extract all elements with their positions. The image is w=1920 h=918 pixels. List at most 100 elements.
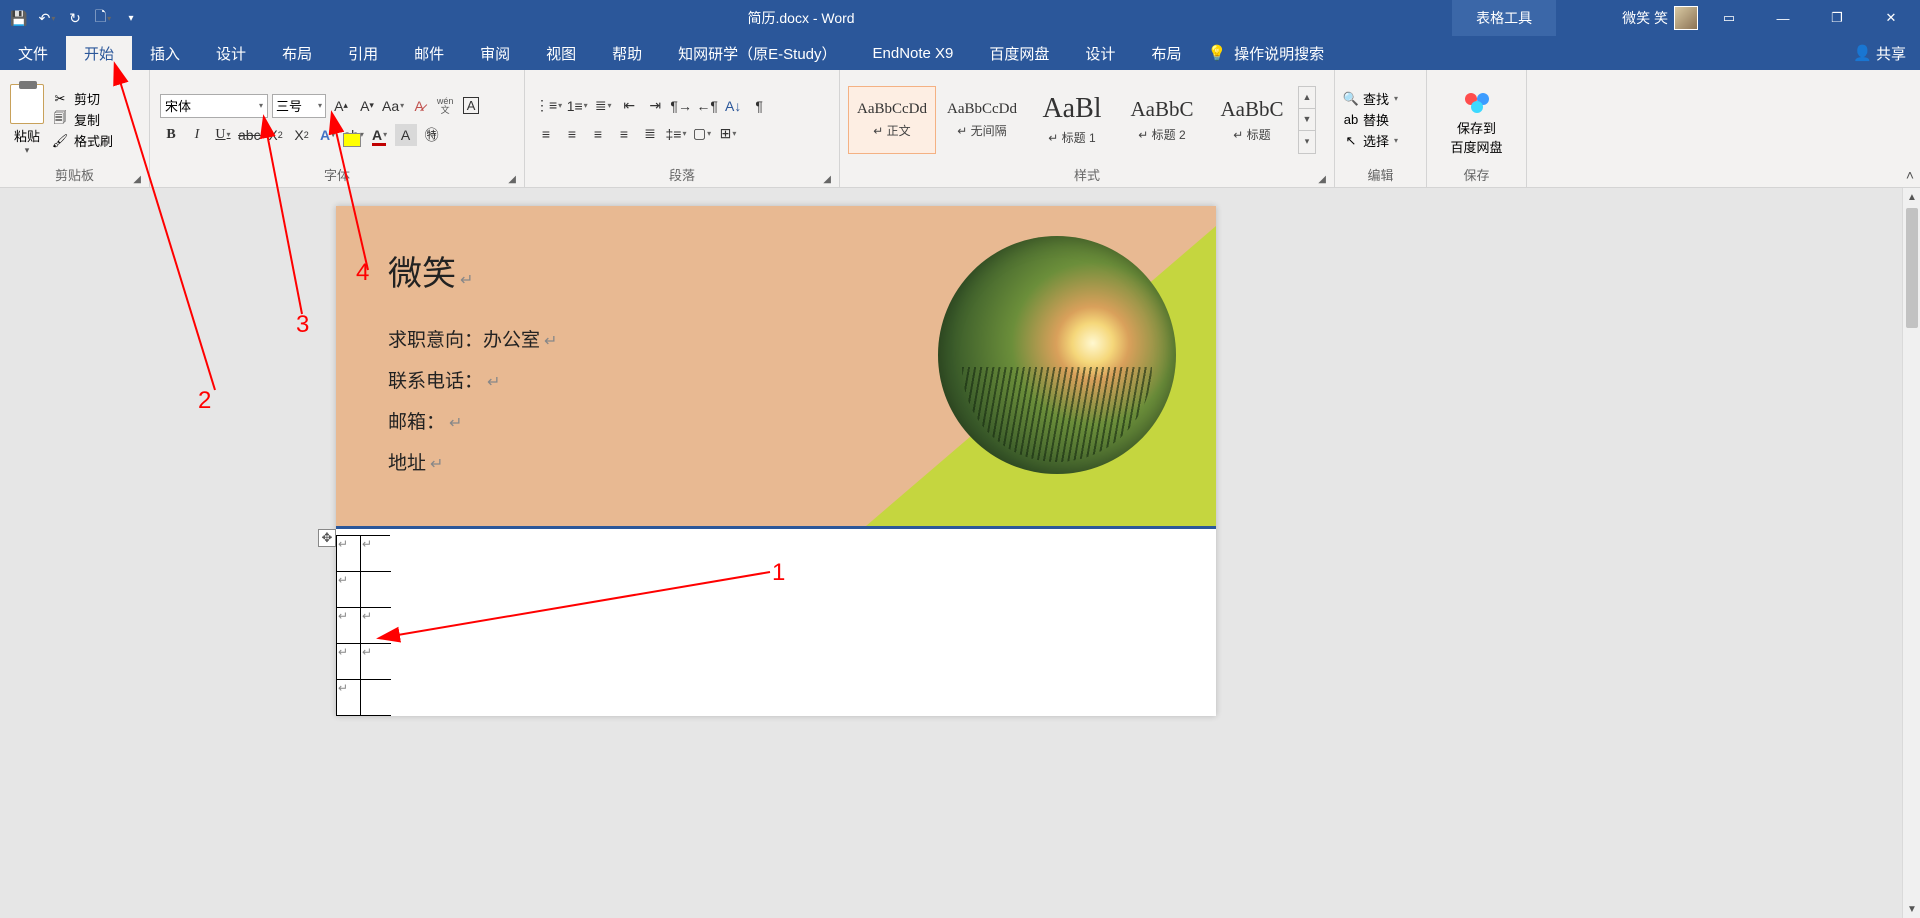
underline-button[interactable]: U▾ xyxy=(212,124,234,146)
tab-design[interactable]: 设计 xyxy=(198,36,264,70)
cut-button[interactable]: ✂剪切 xyxy=(52,89,113,108)
font-size-combo[interactable]: 三号▾ xyxy=(272,94,326,118)
gallery-nav[interactable]: ▲▼▾ xyxy=(1298,86,1316,154)
paste-dropdown-icon[interactable]: ▾ xyxy=(25,145,30,156)
tab-mailings[interactable]: 邮件 xyxy=(396,36,462,70)
sort-button[interactable]: A↓ xyxy=(722,95,744,117)
scroll-down-icon[interactable]: ▼ xyxy=(1903,900,1920,918)
user-account[interactable]: 微笑 笑 xyxy=(1622,6,1698,30)
phone-label[interactable]: 联系电话： xyxy=(388,371,483,392)
ribbon-display-options-icon[interactable]: ▭ xyxy=(1706,0,1752,36)
tab-baidu[interactable]: 百度网盘 xyxy=(971,36,1067,70)
change-case-button[interactable]: Aa▾ xyxy=(382,95,404,117)
text-effects-button[interactable]: A▾ xyxy=(317,124,339,146)
style-card-3[interactable]: AaBbC↵ 标题 2 xyxy=(1118,86,1206,154)
tell-me-search[interactable]: 操作说明搜索 xyxy=(1234,36,1342,70)
new-doc-icon[interactable]: 🗋▾ xyxy=(94,9,112,27)
style-card-2[interactable]: AaBl↵ 标题 1 xyxy=(1028,86,1116,154)
style-card-1[interactable]: AaBbCcDd↵ 无间隔 xyxy=(938,86,1026,154)
tab-table-layout[interactable]: 布局 xyxy=(1133,36,1199,70)
strikethrough-button[interactable]: abc xyxy=(238,124,261,146)
enclose-characters-button[interactable]: ㊕ xyxy=(421,124,443,146)
dialog-launcher-icon[interactable]: ◢ xyxy=(823,174,831,185)
dialog-launcher-icon[interactable]: ◢ xyxy=(508,174,516,185)
address-label[interactable]: 地址 xyxy=(388,453,426,474)
clear-formatting-button[interactable]: A̷ xyxy=(408,95,430,117)
bold-button[interactable]: B xyxy=(160,124,182,146)
maximize-button[interactable]: ❐ xyxy=(1814,0,1860,36)
save-netdisk-button[interactable]: 保存到 百度网盘 xyxy=(1450,118,1502,156)
grow-font-button[interactable]: A▴ xyxy=(330,95,352,117)
numbering-button[interactable]: 1≡▾ xyxy=(566,95,588,117)
character-shading-button[interactable]: A xyxy=(395,124,417,146)
phonetic-guide-button[interactable]: wén文 xyxy=(434,95,456,117)
tab-view[interactable]: 视图 xyxy=(528,36,594,70)
dialog-launcher-icon[interactable]: ◢ xyxy=(133,174,141,185)
qat-customize-icon[interactable]: ▾ xyxy=(122,9,140,27)
undo-icon[interactable]: ↶▾ xyxy=(38,9,56,27)
distributed-button[interactable]: ≣ xyxy=(639,123,661,145)
gallery-up-icon[interactable]: ▲ xyxy=(1299,87,1315,109)
ltr-button[interactable]: ¶→ xyxy=(670,95,692,117)
share-button[interactable]: 👤 共享 xyxy=(1839,43,1920,64)
minimize-button[interactable]: ― xyxy=(1760,0,1806,36)
tab-insert[interactable]: 插入 xyxy=(132,36,198,70)
tab-endnote[interactable]: EndNote X9 xyxy=(855,36,972,70)
shading-button[interactable]: ▢▾ xyxy=(691,123,713,145)
select-button[interactable]: ↖选择▾ xyxy=(1343,131,1398,150)
style-card-4[interactable]: AaBbC↵ 标题 xyxy=(1208,86,1296,154)
copy-button[interactable]: 🗐复制 xyxy=(52,110,113,129)
multilevel-list-button[interactable]: ≣▾ xyxy=(592,95,614,117)
save-icon[interactable]: 💾 xyxy=(10,9,28,27)
italic-button[interactable]: I xyxy=(186,124,208,146)
close-button[interactable]: ✕ xyxy=(1868,0,1914,36)
table-move-handle-icon[interactable]: ✥ xyxy=(318,529,336,547)
tab-cnki[interactable]: 知网研学（原E-Study） xyxy=(660,36,854,70)
character-border-button[interactable]: A xyxy=(460,95,482,117)
scroll-thumb[interactable] xyxy=(1906,208,1918,328)
justify-button[interactable]: ≡ xyxy=(613,123,635,145)
highlight-button[interactable]: ab▾ xyxy=(343,124,365,146)
styles-gallery[interactable]: AaBbCcDd↵ 正文AaBbCcDd↵ 无间隔AaBl↵ 标题 1AaBbC… xyxy=(844,80,1320,160)
find-button[interactable]: 🔍查找▾ xyxy=(1343,89,1398,108)
show-marks-button[interactable]: ¶ xyxy=(748,95,770,117)
replace-button[interactable]: ab替换 xyxy=(1343,110,1398,129)
paste-button[interactable]: 粘贴 ▾ xyxy=(4,80,50,160)
font-color-button[interactable]: A▾ xyxy=(369,124,391,146)
tab-help[interactable]: 帮助 xyxy=(594,36,660,70)
bullets-button[interactable]: ⋮≡▾ xyxy=(535,95,562,117)
gallery-down-icon[interactable]: ▼ xyxy=(1299,109,1315,131)
decrease-indent-button[interactable]: ⇤ xyxy=(618,95,640,117)
job-intention-value[interactable]: 办公室 xyxy=(483,330,540,351)
rtl-button[interactable]: ←¶ xyxy=(696,95,718,117)
font-name-combo[interactable]: 宋体▾ xyxy=(160,94,268,118)
tab-table-design[interactable]: 设计 xyxy=(1067,36,1133,70)
document-canvas[interactable]: 微笑↵ 求职意向：办公室↵ 联系电话：↵ 邮箱：↵ 地址↵ ✥ ↵↵ ↵ ↵↵ … xyxy=(0,188,1902,918)
subscript-button[interactable]: X2 xyxy=(265,124,287,146)
shrink-font-button[interactable]: A▾ xyxy=(356,95,378,117)
table-area[interactable]: ✥ ↵↵ ↵ ↵↵ ↵↵ ↵ xyxy=(336,535,1216,716)
align-center-button[interactable]: ≡ xyxy=(561,123,583,145)
collapse-ribbon-icon[interactable]: ˄ xyxy=(1906,167,1914,183)
align-left-button[interactable]: ≡ xyxy=(535,123,557,145)
style-card-0[interactable]: AaBbCcDd↵ 正文 xyxy=(848,86,936,154)
baidu-netdisk-icon[interactable] xyxy=(1460,84,1494,118)
scroll-up-icon[interactable]: ▲ xyxy=(1903,188,1920,206)
increase-indent-button[interactable]: ⇥ xyxy=(644,95,666,117)
borders-button[interactable]: ⊞▾ xyxy=(717,123,739,145)
vertical-scrollbar[interactable]: ▲ ▼ xyxy=(1902,188,1920,918)
resume-name[interactable]: 微笑 xyxy=(388,255,456,293)
gallery-more-icon[interactable]: ▾ xyxy=(1299,131,1315,152)
tab-references[interactable]: 引用 xyxy=(330,36,396,70)
format-painter-button[interactable]: 🖌格式刷 xyxy=(52,131,113,150)
superscript-button[interactable]: X2 xyxy=(291,124,313,146)
line-spacing-button[interactable]: ‡≡▾ xyxy=(665,123,687,145)
job-intention-label[interactable]: 求职意向： xyxy=(388,330,483,351)
tab-layout[interactable]: 布局 xyxy=(264,36,330,70)
tab-home[interactable]: 开始 xyxy=(66,36,132,70)
resume-table[interactable]: ↵↵ ↵ ↵↵ ↵↵ ↵ xyxy=(336,535,391,716)
tab-review[interactable]: 审阅 xyxy=(462,36,528,70)
align-right-button[interactable]: ≡ xyxy=(587,123,609,145)
email-label[interactable]: 邮箱： xyxy=(388,412,445,433)
profile-photo[interactable] xyxy=(938,236,1176,474)
